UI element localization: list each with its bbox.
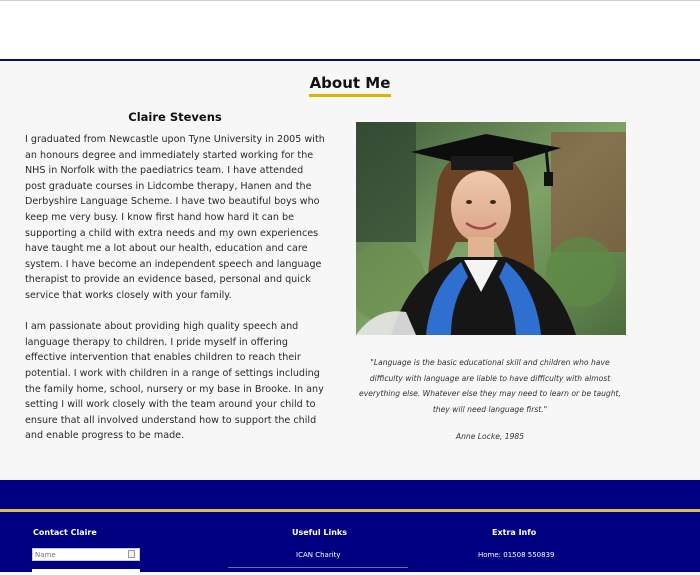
person-name: Claire Stevens (128, 110, 222, 124)
name-field[interactable] (32, 548, 140, 561)
extra-info-heading: Extra Info (492, 528, 537, 537)
bio-text: I graduated from Newcastle upon Tyne Uni… (25, 132, 325, 459)
phone-number: Home: 01508 550839 (478, 551, 555, 559)
autofill-icon[interactable] (128, 550, 135, 558)
email-field[interactable] (32, 569, 140, 575)
bio-paragraph: I am passionate about providing high qua… (25, 321, 324, 442)
link-divider (228, 567, 408, 568)
links-heading: Useful Links (292, 528, 348, 537)
quote-text: "Language is the basic educational skill… (359, 358, 621, 414)
quote-author: Anne Locke, 1985 (455, 432, 525, 441)
bio-paragraph: I graduated from Newcastle upon Tyne Uni… (25, 134, 325, 301)
graduation-photo (356, 122, 626, 335)
page-title-text: About Me (308, 74, 392, 97)
page-title: About Me (0, 74, 700, 97)
footer-divider (0, 509, 700, 512)
link-ican-charity[interactable]: ICAN Charity (296, 551, 341, 559)
contact-heading: Contact Claire (33, 528, 97, 537)
site-header (0, 0, 700, 61)
